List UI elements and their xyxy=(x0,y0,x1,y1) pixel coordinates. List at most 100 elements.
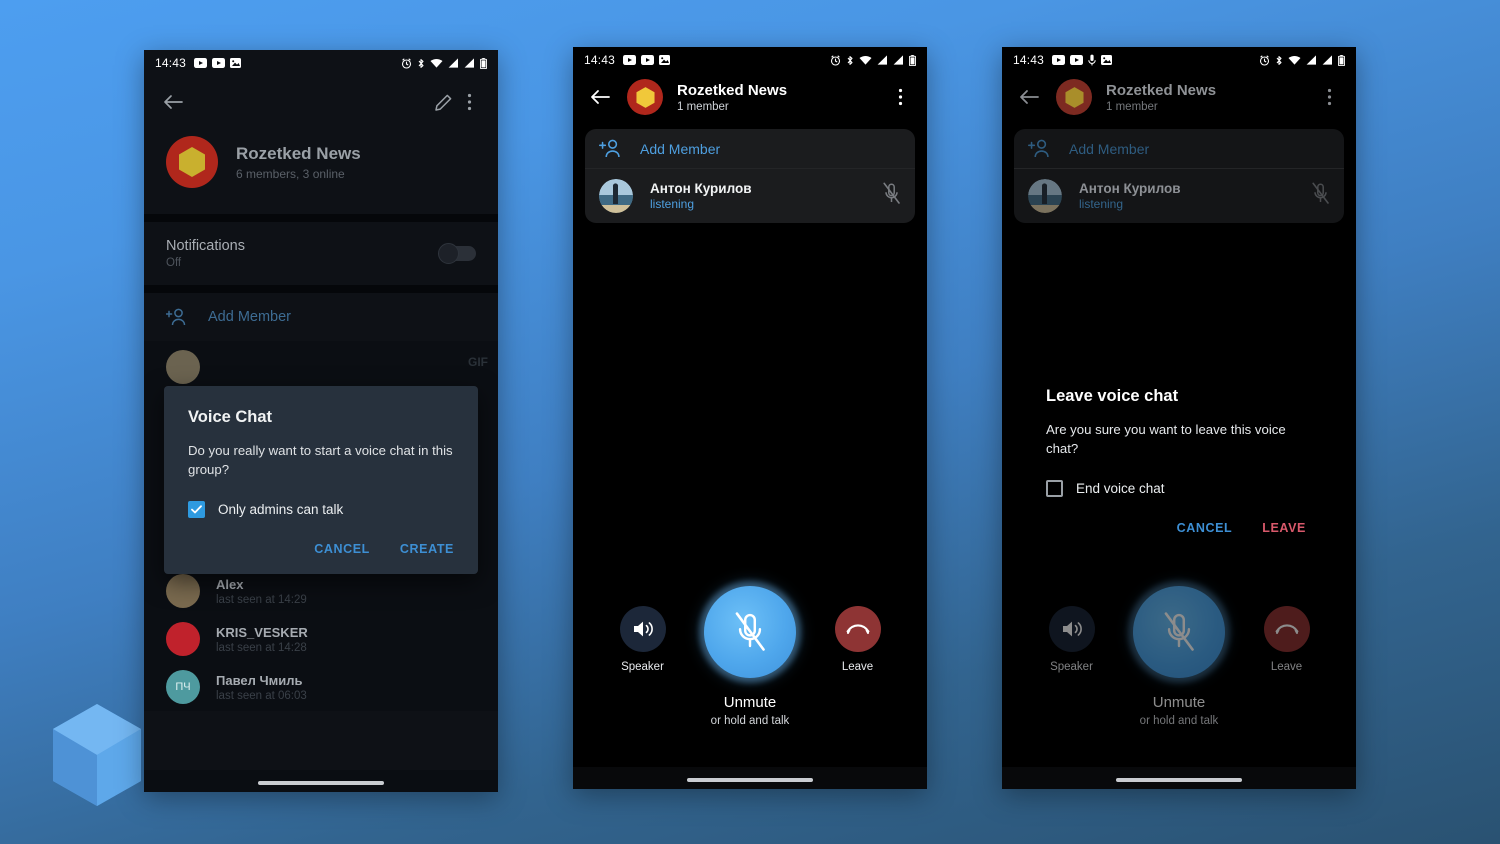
signal-icon xyxy=(877,55,887,65)
add-person-icon xyxy=(599,139,620,158)
mute-sublabel: or hold and talk xyxy=(710,715,790,727)
table-row[interactable]: KRIS_VESKER last seen at 14:28 xyxy=(144,615,498,663)
hexagon-icon xyxy=(179,147,205,177)
wifi-icon xyxy=(859,56,872,65)
image-icon xyxy=(1101,55,1113,65)
page-title: Rozetked News xyxy=(677,81,788,99)
back-button[interactable] xyxy=(160,89,186,115)
overflow-menu-button[interactable] xyxy=(1316,84,1342,110)
table-row[interactable]: Alex last seen at 14:29 xyxy=(144,567,498,615)
signal-icon xyxy=(1306,55,1316,65)
group-name: Rozetked News xyxy=(236,144,361,164)
status-bar: 14:43 xyxy=(144,50,498,76)
member-status: listening xyxy=(650,197,695,211)
leave-confirm-button[interactable]: LEAVE xyxy=(1262,521,1306,535)
leave-button[interactable]: Leave xyxy=(810,606,905,673)
table-row[interactable]: ПЧ Павел Чмиль last seen at 06:03 xyxy=(144,663,498,711)
battery-icon xyxy=(480,57,487,69)
call-controls: Speaker Unmute or hold and talk Leave xyxy=(573,576,927,727)
only-admins-checkbox[interactable] xyxy=(188,501,205,519)
end-voice-chat-checkbox-row[interactable]: End voice chat xyxy=(1046,480,1312,498)
signal-icon xyxy=(464,58,474,68)
notifications-label: Notifications xyxy=(166,238,245,254)
voice-chat-body: Speaker Unmute or hold and talk Leave xyxy=(573,297,927,789)
avatar xyxy=(166,350,200,384)
end-voice-chat-checkbox[interactable] xyxy=(1046,480,1063,498)
gif-label: GIF xyxy=(468,355,488,369)
mute-label: Unmute xyxy=(1152,694,1206,711)
contacts-list: Alex last seen at 14:29 KRIS_VESKER last… xyxy=(144,561,498,711)
member-count: 1 member xyxy=(677,100,729,113)
member-name: Антон Курилов xyxy=(1079,181,1181,196)
leave-button[interactable]: Leave xyxy=(1239,606,1334,673)
battery-icon xyxy=(909,54,916,66)
hexagon-icon xyxy=(1064,86,1084,108)
section-divider xyxy=(144,285,498,293)
only-admins-checkbox-row[interactable]: Only admins can talk xyxy=(188,501,454,519)
contact-status: last seen at 14:29 xyxy=(216,593,307,606)
mute-toggle-button[interactable]: Unmute or hold and talk xyxy=(690,576,810,727)
microphone-icon xyxy=(1088,54,1096,66)
more-vertical-icon xyxy=(898,88,902,106)
avatar: ПЧ xyxy=(166,670,200,704)
check-icon xyxy=(191,505,202,514)
phone-hangup-icon xyxy=(1275,624,1298,634)
member-row[interactable]: Антон Курилов listening xyxy=(585,168,915,223)
home-indicator[interactable] xyxy=(573,778,927,782)
home-indicator[interactable] xyxy=(1002,778,1356,782)
status-time: 14:43 xyxy=(1013,53,1045,67)
back-button[interactable] xyxy=(587,84,613,110)
more-vertical-icon xyxy=(467,93,471,111)
phone-screen-voice-chat: 14:43 Rozetked News 1 member Add Member … xyxy=(573,47,927,789)
cancel-button[interactable]: CANCEL xyxy=(314,542,370,556)
mute-toggle-button[interactable]: Unmute or hold and talk xyxy=(1119,576,1239,727)
list-item-label xyxy=(216,360,220,375)
member-mic-toggle[interactable] xyxy=(1311,182,1330,210)
mic-off-icon xyxy=(1164,612,1194,651)
speaker-button[interactable]: Speaker xyxy=(1024,606,1119,673)
arrow-left-icon xyxy=(1020,90,1039,104)
add-member-label: Add Member xyxy=(640,140,721,157)
signal-icon xyxy=(448,58,458,68)
group-avatar xyxy=(166,136,218,188)
add-member-row[interactable]: Add Member xyxy=(144,293,498,341)
mic-off-icon xyxy=(1312,182,1329,204)
avatar xyxy=(166,574,200,608)
members-card: Add Member Антон Курилов listening xyxy=(585,129,915,223)
bluetooth-icon xyxy=(847,55,853,65)
overflow-menu-button[interactable] xyxy=(456,89,482,115)
signal-icon xyxy=(893,55,903,65)
dialog-message: Do you really want to start a voice chat… xyxy=(188,443,453,478)
dialog-title: Voice Chat xyxy=(188,408,273,426)
wifi-icon xyxy=(1288,56,1301,65)
page-title: Rozetked News xyxy=(1106,81,1217,99)
cancel-button[interactable]: CANCEL xyxy=(1177,521,1233,535)
youtube-icon xyxy=(212,58,226,68)
member-mic-toggle[interactable] xyxy=(882,182,901,210)
add-member-row[interactable]: Add Member xyxy=(1014,129,1344,168)
edit-button[interactable] xyxy=(430,89,456,115)
more-vertical-icon xyxy=(1327,88,1331,106)
arrow-left-icon xyxy=(591,90,610,104)
app-bar: Rozetked News 1 member xyxy=(573,73,927,125)
member-row[interactable]: Антон Курилов listening xyxy=(1014,168,1344,223)
notifications-row[interactable]: Notifications Off xyxy=(144,222,498,285)
contact-name: KRIS_VESKER xyxy=(216,624,308,640)
notifications-toggle[interactable] xyxy=(438,243,476,264)
app-bar xyxy=(144,76,498,128)
call-controls: Speaker Unmute or hold and talk Leave xyxy=(1002,576,1356,727)
home-indicator[interactable] xyxy=(144,781,498,785)
speaker-button[interactable]: Speaker xyxy=(595,606,690,673)
avatar xyxy=(599,179,633,213)
cube-logo xyxy=(53,704,141,806)
create-button[interactable]: CREATE xyxy=(400,542,454,556)
app-bar: Rozetked News 1 member xyxy=(1002,73,1356,125)
watermark-logo xyxy=(48,700,146,810)
add-member-row[interactable]: Add Member xyxy=(585,129,915,168)
group-members-count: 6 members, 3 online xyxy=(236,166,345,181)
overflow-menu-button[interactable] xyxy=(887,84,913,110)
members-card: Add Member Антон Курилов listening xyxy=(1014,129,1344,223)
youtube-icon xyxy=(1070,55,1084,65)
back-button[interactable] xyxy=(1016,84,1042,110)
end-voice-chat-label: End voice chat xyxy=(1076,481,1165,497)
